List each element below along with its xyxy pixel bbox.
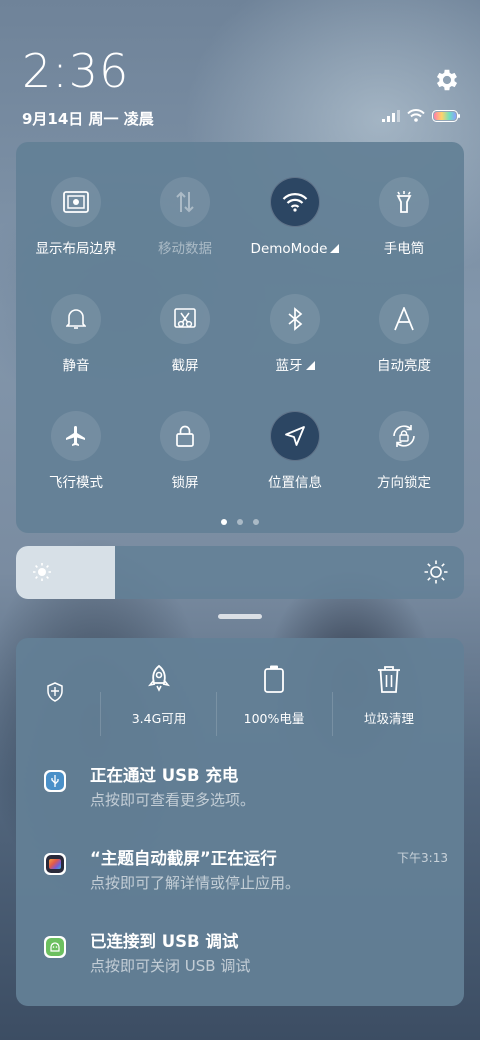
- tile-bluetooth[interactable]: 蓝牙: [240, 294, 350, 375]
- tile-location[interactable]: 位置信息: [240, 411, 350, 492]
- tool-label: 3.4G可用: [131, 711, 187, 726]
- notification-title: “主题自动截屏”正在运行: [90, 849, 277, 868]
- tile-label: 锁屏: [171, 475, 199, 491]
- notification-usb-charging[interactable]: 正在通过 USB 充电 点按即可查看更多选项。: [16, 762, 464, 822]
- page-indicator: [16, 519, 464, 525]
- tile-rotation-lock[interactable]: 方向锁定: [349, 411, 459, 492]
- memory-boost-tool[interactable]: 3.4G可用: [109, 664, 209, 727]
- divider: [216, 692, 217, 736]
- location-icon: [270, 411, 320, 461]
- cleaner-tool[interactable]: 垃圾清理: [339, 664, 439, 727]
- drag-handle[interactable]: [218, 614, 262, 619]
- status-icons: [382, 109, 460, 122]
- gear-icon[interactable]: [433, 66, 461, 94]
- auto-brightness-icon: [379, 294, 429, 344]
- tile-label: 截屏: [171, 358, 199, 374]
- tile-label: 显示布局边界: [35, 241, 117, 257]
- divider: [100, 692, 101, 736]
- bluetooth-icon: [270, 294, 320, 344]
- tool-label: 垃圾清理: [363, 711, 414, 726]
- battery-icon: [432, 109, 460, 122]
- wifi-icon: [270, 177, 320, 227]
- divider: [332, 692, 333, 736]
- page-dot[interactable]: [221, 519, 227, 525]
- security-shield-icon: [47, 682, 63, 702]
- page-dot[interactable]: [253, 519, 259, 525]
- tile-label: 位置信息: [268, 475, 322, 491]
- tile-label: 飞行模式: [49, 475, 103, 491]
- airplane-icon: [51, 411, 101, 461]
- notification-time: 下午3:13: [397, 851, 448, 865]
- notification-subtitle: 点按即可查看更多选项。: [90, 791, 256, 809]
- tools-row: 3.4G可用 100%电量 垃圾清理: [16, 664, 464, 736]
- tile-auto-brightness[interactable]: 自动亮度: [349, 294, 459, 375]
- tile-lock-screen[interactable]: 锁屏: [130, 411, 240, 492]
- rotation-lock-icon: [379, 411, 429, 461]
- date[interactable]: 9月14日 周一 凌晨: [22, 108, 154, 129]
- tile-airplane-mode[interactable]: 飞行模式: [21, 411, 131, 492]
- battery-tool[interactable]: 100%电量: [224, 664, 324, 727]
- tile-mobile-data[interactable]: 移动数据: [130, 177, 240, 258]
- notification-panel: 3.4G可用 100%电量 垃圾清理 正在通过 USB 充电 点按即可查看更多选…: [16, 638, 464, 1006]
- tile-screenshot[interactable]: 截屏: [130, 294, 240, 375]
- rocket-icon: [148, 664, 170, 692]
- screenshot-icon: [160, 294, 210, 344]
- tile-label: 方向锁定: [377, 475, 431, 491]
- expand-triangle-icon: [305, 361, 315, 370]
- layout-bounds-icon: [51, 177, 101, 227]
- wifi-icon: [407, 109, 425, 122]
- brightness-fill: [16, 546, 115, 599]
- flashlight-icon: [379, 177, 429, 227]
- tile-label: 手电筒: [383, 241, 425, 257]
- bell-icon: [51, 294, 101, 344]
- notification-subtitle: 点按即可了解详情或停止应用。: [90, 874, 301, 892]
- tile-flashlight[interactable]: 手电筒: [349, 177, 459, 258]
- tile-label: 移动数据: [158, 241, 212, 257]
- page-dot[interactable]: [237, 519, 243, 525]
- android-debug-icon: [44, 936, 66, 958]
- quick-settings-panel: 显示布局边界 移动数据 DemoMode 手电筒 静音 截屏 蓝牙 自动亮度 飞…: [16, 142, 464, 533]
- tile-label: 自动亮度: [377, 358, 431, 374]
- notification-subtitle: 点按即可关闭 USB 调试: [90, 957, 251, 975]
- brightness-slider[interactable]: [16, 546, 464, 599]
- notification-usb-debugging[interactable]: 已连接到 USB 调试 点按即可关闭 USB 调试: [16, 928, 464, 988]
- tile-label: 蓝牙: [275, 358, 303, 374]
- brightness-high-icon: [424, 560, 448, 584]
- clock[interactable]: 2:36: [22, 48, 129, 94]
- brightness-low-icon: [33, 563, 51, 581]
- tile-label: 静音: [62, 358, 90, 374]
- notification-theme-screenshot[interactable]: “主题自动截屏”正在运行 下午3:13 点按即可了解详情或停止应用。: [16, 845, 464, 905]
- trash-icon: [378, 666, 400, 693]
- signal-icon: [382, 109, 400, 122]
- tool-label: 100%电量: [243, 711, 305, 726]
- tile-demo-mode-wifi[interactable]: DemoMode: [240, 177, 350, 258]
- notification-title: 已连接到 USB 调试: [90, 932, 239, 951]
- usb-icon: [44, 770, 66, 792]
- expand-triangle-icon: [330, 244, 340, 253]
- notification-title: 正在通过 USB 充电: [90, 766, 239, 785]
- battery-icon: [264, 665, 284, 693]
- tile-silent[interactable]: 静音: [21, 294, 131, 375]
- lock-icon: [160, 411, 210, 461]
- tile-layout-bounds[interactable]: 显示布局边界: [21, 177, 131, 258]
- app-theme-icon: [44, 853, 66, 875]
- security-tool[interactable]: [5, 664, 105, 706]
- tile-label: DemoMode: [250, 241, 328, 257]
- mobile-data-icon: [160, 177, 210, 227]
